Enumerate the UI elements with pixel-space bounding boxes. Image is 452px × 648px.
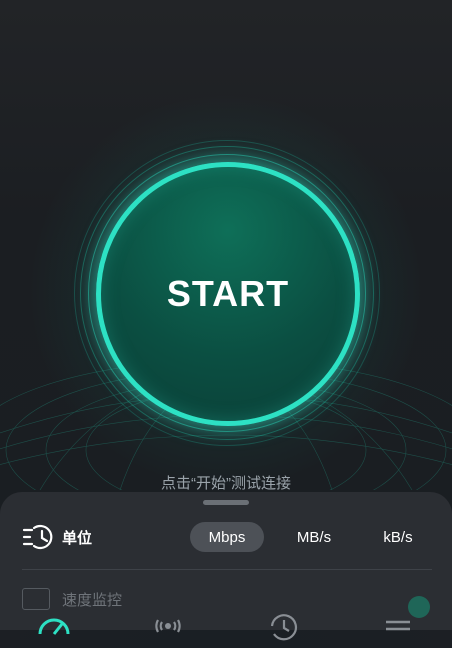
speed-monitor-checkbox[interactable] <box>22 588 50 610</box>
bottom-sheet: 单位 Mbps MB/s kB/s 速度监控 <box>0 492 452 630</box>
unit-settings-row: 单位 Mbps MB/s kB/s <box>22 520 432 554</box>
unit-option-label: Mbps <box>208 528 246 546</box>
start-button-label: START <box>166 273 290 314</box>
hint-text: 点击“开始”测试连接 <box>161 475 291 492</box>
unit-option-mbps[interactable]: Mbps <box>190 522 264 552</box>
signal-icon[interactable] <box>150 612 186 648</box>
unit-option-kb-per-s[interactable]: kB/s <box>364 522 432 552</box>
unit-clock-icon <box>22 524 53 550</box>
unit-option-label: kB/s <box>383 528 413 546</box>
unit-option-label: MB/s <box>296 528 332 546</box>
bottom-nav <box>0 612 452 641</box>
divider <box>22 569 432 570</box>
speedometer-icon[interactable] <box>36 612 72 648</box>
speed-monitor-label: 速度监控 <box>62 591 123 609</box>
history-icon[interactable] <box>266 612 302 648</box>
start-button[interactable]: START <box>96 162 360 426</box>
menu-icon[interactable] <box>380 612 416 648</box>
sheet-handle[interactable] <box>203 500 249 505</box>
unit-option-mb-per-s[interactable]: MB/s <box>280 522 348 552</box>
unit-title: 单位 <box>62 529 93 547</box>
speed-monitor-row[interactable]: 速度监控 <box>22 588 122 610</box>
